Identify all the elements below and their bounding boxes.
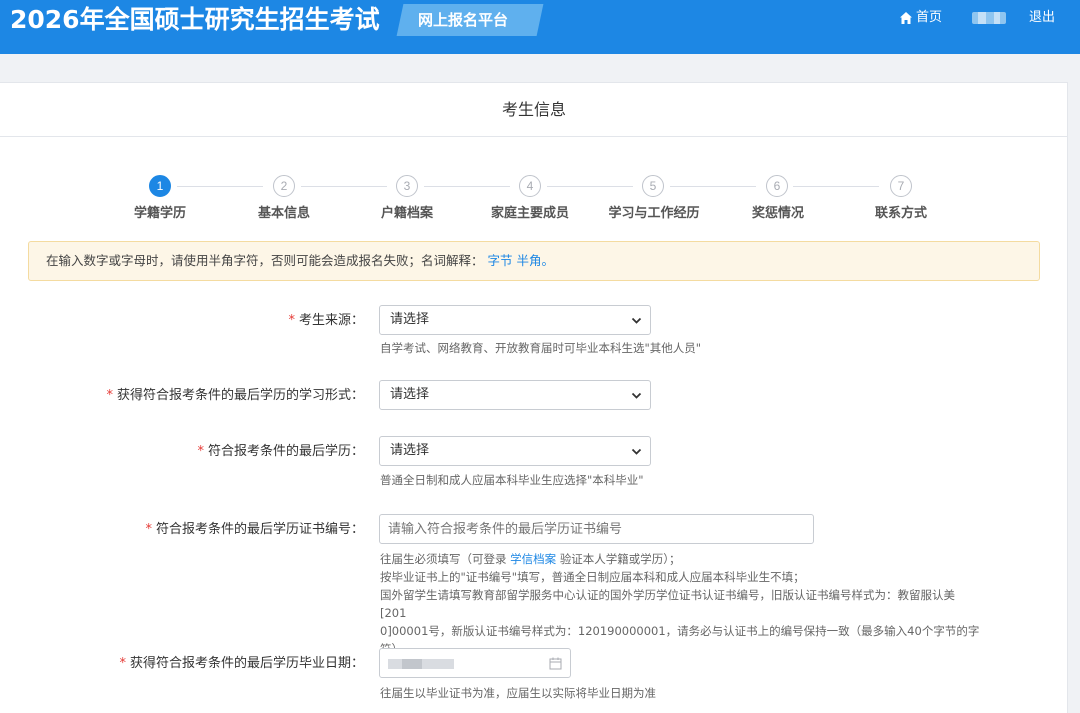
step-2-label[interactable]: 基本信息 [224,202,344,221]
site-title: 2026年全国硕士研究生招生考试 [10,5,380,34]
chevron-down-icon [631,317,642,324]
chevron-down-icon [631,448,642,455]
step-connector [424,186,510,187]
cert-no-label-text: 符合报考条件的最后学历证书编号： [155,522,364,537]
step-4-indicator[interactable]: 4 [519,175,541,197]
step-connector [301,186,387,187]
source-hint: 自学考试、网络教育、开放教育届时可毕业本科生选"其他人员" [380,341,702,355]
last-degree-select[interactable]: 请选择 [379,436,651,466]
home-icon [900,12,912,24]
required-mark: * [288,313,295,328]
source-label: * 考生来源： [100,305,364,337]
study-form-select[interactable]: 请选择 [379,380,651,410]
student-info-card: 考生信息 1 2 3 4 5 6 7 学籍学历 基本信息 户籍档案 家庭主要成员… [0,82,1068,713]
last-degree-hint: 普通全日制和成人应届本科毕业生应选择"本科毕业" [380,473,644,487]
study-form-select-value: 请选择 [390,387,430,402]
source-select-value: 请选择 [390,312,430,327]
step-3-indicator[interactable]: 3 [396,175,418,197]
top-header: 2026年全国硕士研究生招生考试 网上报名平台 首页 退出 [0,0,1080,54]
step-5-label[interactable]: 学习与工作经历 [594,202,714,221]
step-6-label[interactable]: 奖惩情况 [718,202,838,221]
step-2-indicator[interactable]: 2 [273,175,295,197]
source-select[interactable]: 请选择 [379,305,651,335]
step-1-label[interactable]: 学籍学历 [100,202,220,221]
study-form-label-text: 获得符合报考条件的最后学历的学习形式： [116,388,364,403]
last-degree-label-text: 符合报考条件的最后学历： [207,444,364,459]
chevron-down-icon [631,392,642,399]
notice-text: 在输入数字或字母时，请使用半角字符，否则可能会造成报名失败；名词解释： [46,253,484,268]
home-link[interactable]: 首页 [899,8,942,28]
study-form-label: * 获得符合报考条件的最后学历的学习形式： [60,380,364,412]
cert-hint-post: 验证本人学籍或学历）； [559,552,681,566]
step-6-indicator[interactable]: 6 [766,175,788,197]
source-label-text: 考生来源： [298,313,364,328]
step-connector [177,186,263,187]
card-title: 考生信息 [0,83,1068,137]
notice-link-halfwidth[interactable]: 半角 [517,253,542,268]
grad-date-hint: 往届生以毕业证书为准，应届生以实际将毕业日期为准 [380,686,656,700]
calendar-icon[interactable] [549,657,562,670]
required-mark: * [119,656,126,671]
logout-link[interactable]: 退出 [1029,8,1055,28]
step-7-label[interactable]: 联系方式 [841,202,961,221]
cert-hint-pre: 往届生必须填写（可登录 [380,552,507,566]
platform-label: 网上报名平台 [418,11,509,29]
required-mark: * [106,388,113,403]
notice-tail: 。 [541,253,555,268]
step-connector [793,186,879,187]
grad-date-label: * 获得符合报考条件的最后学历毕业日期： [60,648,364,680]
halfwidth-notice: 在输入数字或字母时，请使用半角字符，否则可能会造成报名失败；名词解释： 字节 半… [28,241,1040,281]
step-7-indicator[interactable]: 7 [890,175,912,197]
cert-no-hint-line-1: 往届生必须填写（可登录 学信档案 验证本人学籍或学历）； [380,550,980,568]
cert-no-label: * 符合报考条件的最后学历证书编号： [60,514,364,546]
step-3-label[interactable]: 户籍档案 [347,202,467,221]
step-connector [670,186,756,187]
user-name-masked [972,12,1006,24]
step-4-label[interactable]: 家庭主要成员 [470,202,590,221]
xuexin-archive-link[interactable]: 学信档案 [510,552,556,566]
cert-no-hint: 往届生必须填写（可登录 学信档案 验证本人学籍或学历）； 按毕业证书上的"证书编… [380,550,980,658]
cert-no-hint-line-2: 按毕业证书上的"证书编号"填写，普通全日制应届本科和成人应届本科毕业生不填； [380,570,805,584]
notice-link-byte[interactable]: 字节 [488,253,513,268]
step-connector [547,186,633,187]
cert-no-input[interactable] [379,514,814,544]
step-1-indicator[interactable]: 1 [149,175,171,197]
masked-date-value [388,659,454,669]
required-mark: * [197,444,204,459]
grad-date-input[interactable] [379,648,571,678]
step-5-indicator[interactable]: 5 [642,175,664,197]
home-label: 首页 [916,10,943,25]
last-degree-label: * 符合报考条件的最后学历： [100,436,364,468]
cert-no-hint-line-3: 国外留学生请填写教育部留学服务中心认证的国外学历学位证书认证书编号，旧版认证书编… [380,588,955,620]
required-mark: * [145,522,152,537]
grad-date-label-text: 获得符合报考条件的最后学历毕业日期： [129,656,364,671]
last-degree-select-value: 请选择 [390,443,430,458]
